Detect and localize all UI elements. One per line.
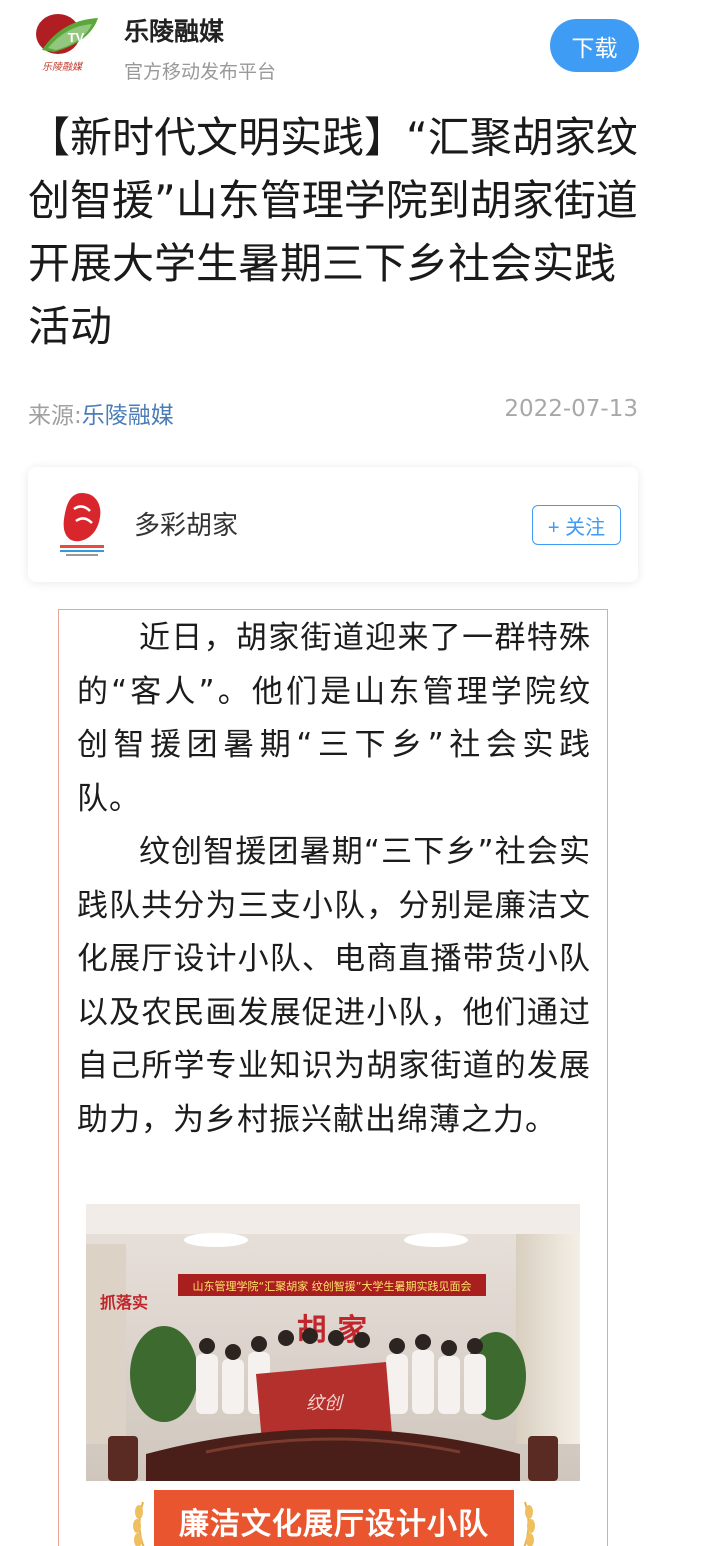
svg-text:纹创: 纹创 — [306, 1393, 345, 1414]
wheat-left-icon — [133, 1501, 145, 1546]
article-body: 近日，胡家街道迎来了一群特殊的“客人”。他们是山东管理学院纹创智援团暑期“三下乡… — [77, 612, 591, 1147]
logo-tv-text: TV — [68, 30, 85, 45]
photo-side-sign: 抓落实 — [100, 1293, 148, 1312]
group-photo[interactable]: 抓落实 山东管理学院“汇聚胡家 纹创智援”大学生暑期实践见面会 胡 家 纹创 — [86, 1204, 580, 1481]
account-card[interactable]: 多彩胡家 + 关注 — [28, 467, 638, 582]
download-button[interactable]: 下载 — [550, 19, 639, 72]
publish-date: 2022-07-13 — [504, 396, 638, 422]
follow-button[interactable]: + 关注 — [532, 505, 621, 545]
article-title: 【新时代文明实践】“汇聚胡家纹创智援”山东管理学院到胡家街道开展大学生暑期三下乡… — [28, 113, 638, 351]
logo-caption: 乐陵融媒 — [42, 61, 84, 73]
wheat-right-icon — [523, 1501, 535, 1546]
account-avatar[interactable] — [56, 489, 108, 557]
article-content: 近日，胡家街道迎来了一群特殊的“客人”。他们是山东管理学院纹创智援团暑期“三下乡… — [58, 609, 608, 1546]
account-name[interactable]: 多彩胡家 — [134, 505, 238, 542]
app-name: 乐陵融媒 — [124, 17, 225, 46]
source-label: 来源: — [28, 403, 82, 429]
photo-banner-text: 山东管理学院“汇聚胡家 纹创智援”大学生暑期实践见面会 — [193, 1279, 472, 1293]
paragraph: 近日，胡家街道迎来了一群特殊的“客人”。他们是山东管理学院纹创智援团暑期“三下乡… — [77, 620, 591, 817]
app-subtitle: 官方移动发布平台 — [124, 61, 277, 83]
section-banner-label: 廉洁文化展厅设计小队 — [154, 1490, 514, 1546]
source-link[interactable]: 乐陵融媒 — [82, 403, 174, 429]
article-meta: 来源:乐陵融媒 2022-07-13 — [28, 396, 638, 430]
section-banner: 廉洁文化展厅设计小队 — [129, 1488, 539, 1546]
paragraph: 纹创智援团暑期“三下乡”社会实践队共分为三支小队，分别是廉洁文化展厅设计小队、电… — [77, 834, 591, 1138]
app-logo: TV 乐陵融媒 — [32, 12, 104, 74]
app-header: TV 乐陵融媒 乐陵融媒 官方移动发布平台 下载 — [0, 0, 722, 96]
